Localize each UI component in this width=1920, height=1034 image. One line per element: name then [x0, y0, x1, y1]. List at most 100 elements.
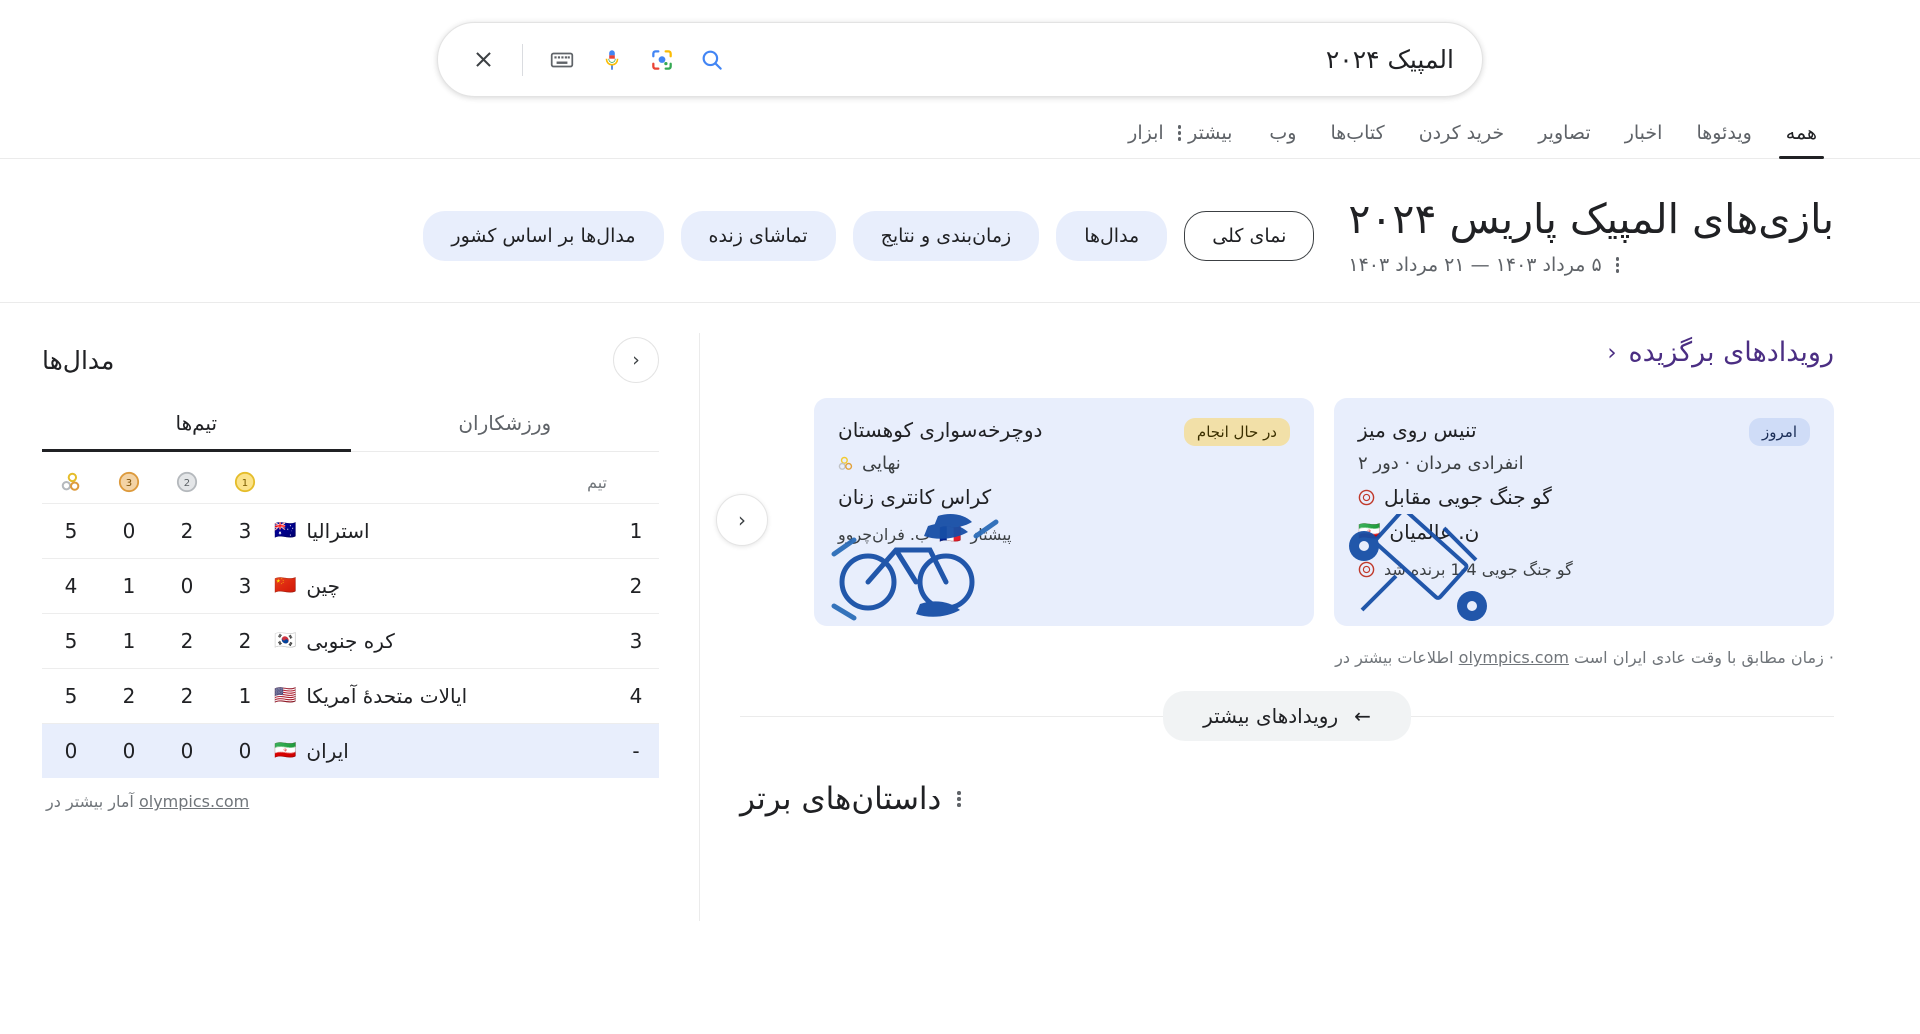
- more-events-label: رویدادهای بیشتر: [1203, 704, 1339, 729]
- main-content: رویدادهای برگزیده ‹ تنیس روی میز امروز ا…: [0, 303, 1920, 922]
- nav-tools-region: ابزار: [128, 122, 1164, 158]
- tab-teams[interactable]: تیم‌ها: [42, 411, 351, 453]
- event-card-mountain-biking[interactable]: دوچرخه‌سواری کوهستان در حال انجام نهایی …: [814, 398, 1314, 627]
- nav-tab-list: همه ویدئوها اخبار تصاویر خرید کردن کتاب‌…: [1164, 122, 1834, 159]
- table-row[interactable]: 4 ایالات متحدهٔ آمریکا 🇺🇸 1 2 2 5: [42, 668, 659, 724]
- tab-images[interactable]: تصاویر: [1521, 122, 1608, 158]
- microphone-icon[interactable]: [589, 37, 635, 83]
- title-block: بازی‌های المپیک پاریس ۲۰۲۴ ۵ مرداد ۱۴۰۳ …: [1314, 195, 1834, 276]
- svg-text:2: 2: [184, 478, 190, 489]
- search-box[interactable]: المپیک ۲۰۲۴: [437, 22, 1483, 97]
- col-bronze: 3: [100, 456, 158, 504]
- event-name: کراس کانتری زنان: [838, 485, 992, 510]
- featured-source-note: · زمان مطابق با وقت عادی ایران است olymp…: [740, 648, 1834, 667]
- close-icon[interactable]: [460, 37, 506, 83]
- event-round: انفرادی مردان · دور ۲: [1358, 453, 1524, 475]
- row-gold: 3: [238, 574, 252, 599]
- event-sport: تنیس روی میز: [1358, 418, 1477, 443]
- more-events-button[interactable]: ← رویدادهای بیشتر: [1163, 691, 1411, 742]
- table-row[interactable]: 1 استرالیا 🇦🇺 3 2 0 5: [42, 503, 659, 559]
- chip-medals-by-country[interactable]: مدال‌ها بر اساس کشور: [423, 211, 664, 261]
- medals-source-prefix: آمار بیشتر در: [46, 792, 134, 812]
- row-team: کره جنوبی 🇰🇷: [274, 614, 613, 669]
- kp-chip-list: نمای کلی مدال‌ها زمان‌بندی و نتایج تماشا…: [423, 195, 1315, 261]
- medals-header: مدال‌ها ‹: [42, 337, 659, 384]
- row-total: 5: [64, 629, 78, 654]
- row-silver: 0: [180, 574, 194, 599]
- search-icon[interactable]: [689, 37, 735, 83]
- olympics-link[interactable]: olympics.com: [139, 792, 249, 811]
- chip-medals[interactable]: مدال‌ها: [1056, 211, 1168, 261]
- row-total: 0: [64, 739, 78, 764]
- olympics-link[interactable]: olympics.com: [1459, 648, 1569, 667]
- event-dates: ۵ مرداد ۱۴۰۳ — ۲۱ مرداد ۱۴۰۳: [1348, 254, 1602, 277]
- search-nav-tabs: همه ویدئوها اخبار تصاویر خرید کردن کتاب‌…: [0, 97, 1920, 159]
- country-flag-icon: 🇰🇷: [274, 630, 297, 652]
- table-row-highlighted[interactable]: - ایران 🇮🇷 0 0 0 0: [42, 723, 659, 779]
- table-row[interactable]: 2 چین 🇨🇳 3 0 1 4: [42, 558, 659, 614]
- row-rank: 3: [629, 629, 643, 654]
- search-input[interactable]: المپیک ۲۰۲۴: [735, 45, 1454, 74]
- event-sport: دوچرخه‌سواری کوهستان: [838, 418, 1043, 443]
- row-team-name: استرالیا: [306, 519, 370, 544]
- tab-athletes[interactable]: ورزشکاران: [351, 411, 660, 451]
- top-stories-header: داستان‌های برتر: [740, 781, 1834, 817]
- row-team: استرالیا 🇦🇺: [274, 504, 613, 559]
- event-round: نهایی: [838, 453, 1290, 474]
- event-player-one: گو جنگ جویی مقابل: [1358, 485, 1810, 509]
- top-stories-title: داستان‌های برتر: [740, 781, 942, 818]
- row-gold: 3: [238, 519, 252, 544]
- header-kebab-icon[interactable]: [1615, 257, 1620, 273]
- chip-overview[interactable]: نمای کلی: [1184, 211, 1315, 261]
- nav-more-button[interactable]: بیشتر: [1164, 122, 1253, 158]
- featured-events-column: رویدادهای برگزیده ‹ تنیس روی میز امروز ا…: [700, 303, 1920, 921]
- table-tennis-icon: [1349, 514, 1487, 622]
- keyboard-icon[interactable]: [539, 37, 585, 83]
- event-cards-carousel: تنیس روی میز امروز انفرادی مردان · دور ۲…: [716, 398, 1834, 627]
- top-stories-kebab-icon[interactable]: [957, 791, 961, 807]
- korea-emblem-icon: [1358, 489, 1375, 505]
- row-team-name: چین: [306, 574, 341, 599]
- row-bronze: 1: [122, 629, 136, 654]
- row-team-name: ایران: [306, 739, 349, 764]
- page-title: بازی‌های المپیک پاریس ۲۰۲۴: [1348, 195, 1834, 243]
- more-events-row: ← رویدادهای بیشتر: [740, 691, 1834, 742]
- tab-news[interactable]: اخبار: [1608, 122, 1680, 158]
- col-total: [42, 456, 100, 504]
- row-silver: 0: [180, 739, 194, 764]
- google-lens-icon[interactable]: [639, 37, 685, 83]
- medals-header-row: تیم 1 2 3: [42, 456, 659, 504]
- row-total: 5: [64, 519, 78, 544]
- player-one-name: گو جنگ جویی مقابل: [1384, 485, 1552, 510]
- nav-more-label: بیشتر: [1188, 122, 1233, 144]
- medals-prev-button[interactable]: ‹: [613, 337, 659, 384]
- carousel-prev-button[interactable]: ‹: [716, 494, 768, 547]
- row-rank: 4: [629, 684, 643, 709]
- tab-shopping[interactable]: خرید کردن: [1402, 122, 1521, 158]
- table-row[interactable]: 3 کره جنوبی 🇰🇷 2 2 1 5: [42, 613, 659, 669]
- event-card-table-tennis[interactable]: تنیس روی میز امروز انفرادی مردان · دور ۲…: [1334, 398, 1834, 627]
- chip-schedule-results[interactable]: زمان‌بندی و نتایج: [852, 211, 1040, 261]
- row-rank: -: [632, 739, 640, 764]
- row-team-name: کره جنوبی: [306, 629, 395, 654]
- row-rank: 1: [629, 519, 643, 544]
- search-box-icons: [460, 37, 735, 83]
- medals-table: تیم 1 2 3 1 استرالیا 🇦🇺 3 2 0 5 2 چین 🇨🇳…: [42, 456, 659, 779]
- tab-web[interactable]: وب: [1252, 122, 1313, 158]
- search-bar-region: المپیک ۲۰۲۴: [0, 0, 1920, 97]
- tools-button[interactable]: ابزار: [1128, 122, 1164, 158]
- col-rank: [613, 456, 659, 504]
- row-gold: 1: [238, 684, 252, 709]
- tab-all[interactable]: همه: [1769, 122, 1834, 159]
- col-gold: 1: [216, 456, 274, 504]
- featured-events-header[interactable]: رویدادهای برگزیده ‹: [740, 337, 1834, 368]
- chip-watch-live[interactable]: تماشای زنده: [680, 211, 836, 261]
- tab-books[interactable]: کتاب‌ها: [1313, 122, 1401, 158]
- svg-text:1: 1: [242, 478, 248, 489]
- event-card-top: تنیس روی میز امروز: [1358, 418, 1810, 447]
- column-divider: [699, 333, 700, 922]
- tab-videos[interactable]: ویدئوها: [1679, 122, 1768, 158]
- kebab-menu-icon: [1177, 125, 1182, 141]
- mountain-bike-icon: [831, 514, 999, 621]
- bronze-medal-icon: 3: [118, 472, 140, 493]
